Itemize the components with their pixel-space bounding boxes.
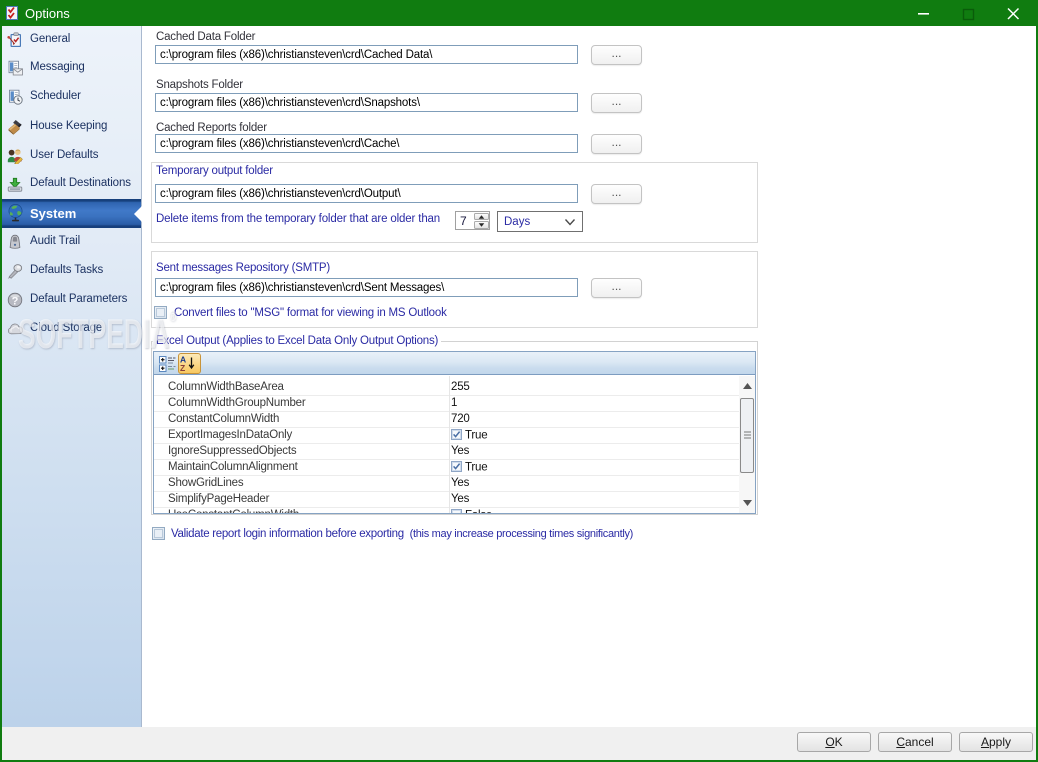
- svg-text:?: ?: [12, 295, 19, 307]
- svg-text:Z: Z: [180, 363, 185, 373]
